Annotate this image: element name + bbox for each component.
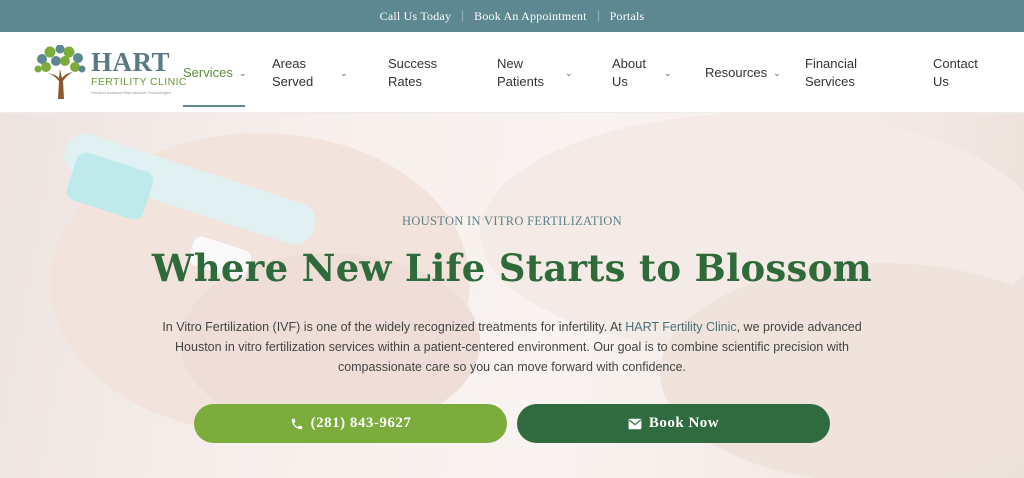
- logo-tagline: Houston Assisted Reproductive Technologi…: [91, 90, 171, 95]
- chevron-down-icon: ⌄: [664, 67, 672, 78]
- nav-areas-served[interactable]: Areas Served ⌄: [272, 32, 362, 113]
- top-utility-bar: Call Us Today Book An Appointment Portal…: [0, 0, 1024, 32]
- nav-label: Contact Us: [933, 55, 978, 89]
- chevron-down-icon: ⌄: [773, 67, 781, 78]
- nav-about-us[interactable]: About Us ⌄: [612, 32, 682, 113]
- hero-overlay: [0, 113, 1024, 478]
- tree-logo-icon: [34, 45, 86, 99]
- call-phone-button[interactable]: (281) 843-9627: [194, 404, 507, 443]
- call-us-today-link[interactable]: Call Us Today: [369, 9, 463, 24]
- book-button-label: Book Now: [648, 415, 720, 431]
- hero-eyebrow: HOUSTON IN VITRO FERTILIZATION: [402, 214, 622, 228]
- nav-services[interactable]: Services ⌄: [183, 32, 246, 113]
- envelope-icon: [628, 418, 642, 429]
- site-header: HART FERTILITY CLINIC Houston Assisted R…: [0, 32, 1024, 113]
- chevron-down-icon: ⌄: [340, 67, 348, 78]
- nav-financial-services[interactable]: Financial Services: [805, 32, 885, 113]
- nav-label: Resources: [705, 64, 768, 80]
- nav-label: Services: [183, 64, 233, 80]
- nav-contact-us[interactable]: Contact Us: [933, 32, 993, 113]
- nav-label: Areas Served: [272, 55, 314, 89]
- nav-label: Success Rates: [388, 55, 438, 89]
- call-button-label: (281) 843-9627: [310, 415, 412, 431]
- portals-link[interactable]: Portals: [599, 9, 656, 24]
- nav-new-patients[interactable]: New Patients ⌄: [497, 32, 587, 113]
- clinic-name-link[interactable]: HART Fertility Clinic: [625, 320, 736, 334]
- nav-label: New Patients: [497, 55, 544, 89]
- book-now-button[interactable]: Book Now: [517, 404, 830, 443]
- nav-success-rates[interactable]: Success Rates: [388, 32, 458, 113]
- chevron-down-icon: ⌄: [238, 67, 247, 78]
- hero-section: HOUSTON IN VITRO FERTILIZATION Where New…: [0, 113, 1024, 478]
- active-nav-indicator: [183, 105, 245, 107]
- chevron-down-icon: ⌄: [565, 67, 573, 78]
- logo-title: HART: [91, 47, 171, 77]
- book-appointment-link[interactable]: Book An Appointment: [463, 9, 597, 24]
- nav-resources[interactable]: Resources ⌄: [705, 32, 781, 113]
- logo[interactable]: HART FERTILITY CLINIC Houston Assisted R…: [34, 45, 186, 99]
- hero-text: In Vitro Fertilization (IVF) is one of t…: [162, 320, 626, 334]
- logo-subtitle: FERTILITY CLINIC: [91, 76, 187, 88]
- hero-description: In Vitro Fertilization (IVF) is one of t…: [162, 317, 862, 377]
- hero-headline: Where New Life Starts to Blossom: [151, 246, 873, 290]
- nav-label: Financial Services: [805, 55, 858, 89]
- phone-icon: [291, 418, 302, 429]
- nav-label: About Us: [612, 55, 646, 89]
